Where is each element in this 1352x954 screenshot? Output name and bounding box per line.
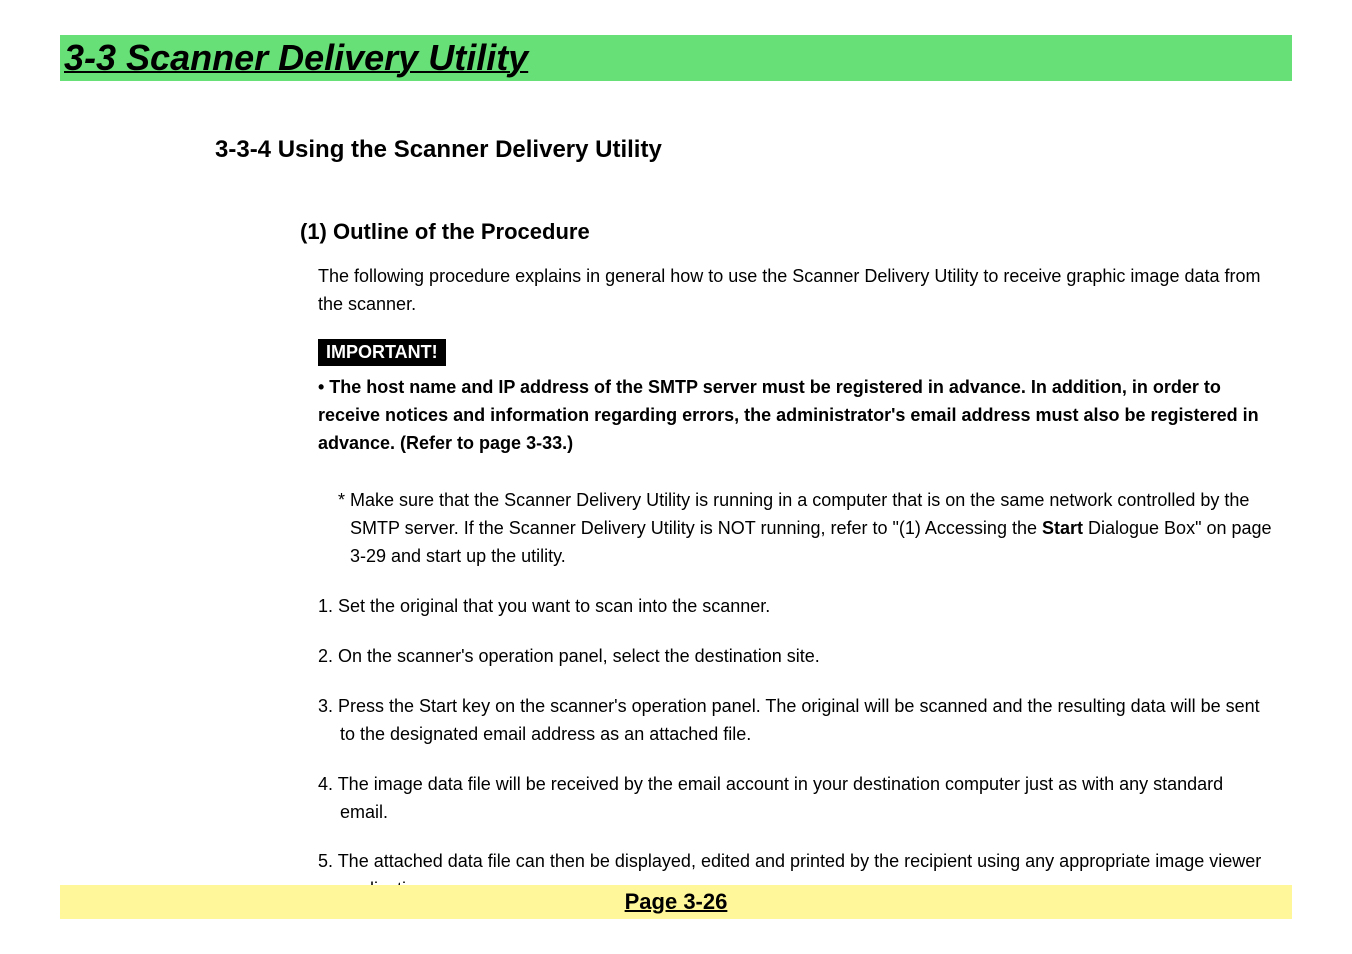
procedure-title: (1) Outline of the Procedure	[300, 219, 1272, 245]
content-area: 3-3-4 Using the Scanner Delivery Utility…	[60, 136, 1292, 904]
procedure-intro: The following procedure explains in gene…	[300, 263, 1272, 319]
section-title: 3-3 Scanner Delivery Utility	[60, 37, 528, 78]
subsection-title: 3-3-4 Using the Scanner Delivery Utility	[215, 136, 1272, 164]
step-item: 2. On the scanner's operation panel, sel…	[300, 643, 1272, 671]
note-bold: Start	[1042, 518, 1083, 538]
step-item: 4. The image data file will be received …	[300, 771, 1272, 827]
step-item: 3. Press the Start key on the scanner's …	[300, 693, 1272, 749]
procedure-block: (1) Outline of the Procedure The followi…	[215, 219, 1272, 904]
procedure-note: * Make sure that the Scanner Delivery Ut…	[300, 487, 1272, 571]
footer-bar: Page 3-26	[60, 885, 1292, 919]
section-header-bar: 3-3 Scanner Delivery Utility	[60, 35, 1292, 81]
page-number: Page 3-26	[625, 889, 728, 914]
important-text: • The host name and IP address of the SM…	[300, 374, 1272, 458]
important-label: IMPORTANT!	[318, 339, 446, 366]
step-item: 1. Set the original that you want to sca…	[300, 593, 1272, 621]
page-container: 3-3 Scanner Delivery Utility 3-3-4 Using…	[0, 0, 1352, 904]
